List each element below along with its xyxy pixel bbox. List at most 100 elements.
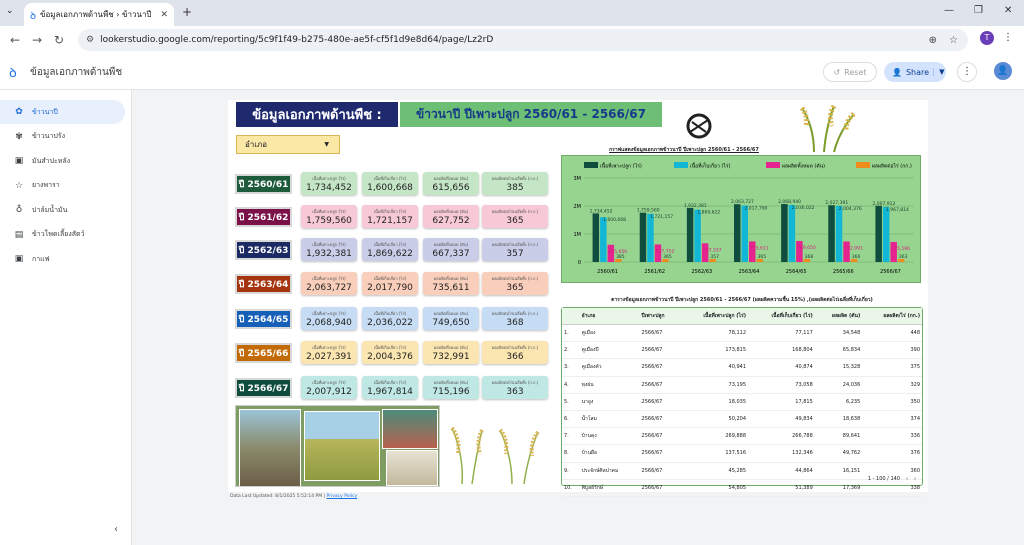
data-label: 385 bbox=[616, 254, 625, 260]
district-filter[interactable]: อำเภอ ▼ bbox=[236, 135, 340, 154]
bar[interactable] bbox=[835, 205, 843, 262]
rice-field-photo bbox=[304, 411, 380, 481]
bar[interactable] bbox=[741, 205, 749, 262]
table-cell: 168,804 bbox=[748, 341, 815, 360]
data-label: 1,600,668 bbox=[603, 217, 626, 223]
legend-label: ผลผลิตทั้งหมด (ตัน) bbox=[782, 161, 825, 170]
table-row: 3. คูเมืองคัว 2566/67 40,941 40,874 15,328 375 bbox=[562, 358, 922, 377]
year-label: ปี 2565/66 bbox=[235, 343, 292, 363]
bar[interactable] bbox=[882, 206, 890, 262]
table-header[interactable] bbox=[562, 308, 580, 325]
table-cell: 6. bbox=[562, 410, 580, 429]
prev-page-icon[interactable]: ‹ bbox=[906, 476, 908, 482]
sidebar-item-label: ยางพารา bbox=[32, 181, 60, 189]
sidebar-item-5[interactable]: ▤ ข้าวโพดเลี้ยงสัตว์ bbox=[0, 223, 131, 247]
bar[interactable] bbox=[686, 207, 694, 262]
address-bar[interactable]: ⚙ lookerstudio.google.com/reporting/5c9f… bbox=[78, 29, 968, 51]
privacy-policy-link[interactable]: Privacy Policy bbox=[327, 494, 358, 499]
browser-profile-avatar[interactable]: T bbox=[980, 31, 994, 45]
sidebar-item-6[interactable]: ▣ กาแฟ bbox=[0, 247, 131, 271]
sidebar-item-2[interactable]: ▣ มันสำปะหลัง bbox=[0, 149, 131, 173]
close-tab-icon[interactable]: ✕ bbox=[160, 10, 168, 20]
reset-button[interactable]: ↺ Reset bbox=[823, 62, 877, 82]
user-avatar[interactable]: 👤 bbox=[994, 62, 1012, 80]
more-options-icon[interactable]: ⋮ bbox=[957, 62, 977, 82]
bar[interactable] bbox=[592, 213, 600, 262]
bar[interactable] bbox=[749, 241, 756, 262]
table-cell: 34,548 bbox=[814, 324, 863, 343]
scorecard: เนื้อที่เก็บเกี่ยว (ไร่) 2,036,022 bbox=[362, 307, 418, 330]
reset-icon: ↺ bbox=[833, 67, 841, 77]
browser-tab[interactable]: ꝺ ข้อมูลเอกภาพด้านพืช › ข้าวนาปี ✕ bbox=[24, 3, 174, 26]
table-cell: 390 bbox=[862, 341, 922, 360]
bar[interactable] bbox=[639, 212, 647, 262]
bar[interactable] bbox=[843, 241, 850, 262]
table-header[interactable]: เนื้อที่เพาะปลูก (ไร่) bbox=[679, 308, 749, 325]
sidebar-item-3[interactable]: ☆ ยางพารา bbox=[0, 174, 131, 198]
scorecard-value: 1,759,560 bbox=[306, 216, 352, 226]
bar[interactable] bbox=[796, 241, 803, 262]
bar[interactable] bbox=[788, 204, 796, 262]
share-dropdown-icon[interactable]: ▼ bbox=[933, 68, 950, 76]
bar[interactable] bbox=[890, 241, 897, 262]
year-label: ปี 2563/64 bbox=[235, 274, 292, 294]
scorecard-value: 749,650 bbox=[432, 318, 470, 328]
browser-menu-icon[interactable]: ⋮ bbox=[1003, 32, 1013, 43]
table-header[interactable]: อำเภอ bbox=[579, 308, 640, 325]
minimize-icon[interactable]: — bbox=[944, 5, 954, 16]
collapse-sidebar-icon[interactable]: ‹ bbox=[114, 524, 118, 535]
report-header: ꝺ ข้อมูลเอกภาพด้านพืช ↺ Reset 👤 Share ▼ … bbox=[0, 54, 1024, 90]
bar[interactable] bbox=[694, 209, 701, 262]
next-page-icon[interactable]: › bbox=[914, 476, 916, 482]
table-cell: 376 bbox=[862, 444, 922, 463]
close-window-icon[interactable]: ✕ bbox=[1004, 5, 1012, 16]
table-cell: 54,805 bbox=[679, 479, 749, 497]
bar[interactable] bbox=[828, 205, 835, 262]
table-cell: 2566/67 bbox=[639, 444, 680, 463]
report-name: ข้อมูลเอกภาพด้านพืช bbox=[30, 67, 123, 78]
bar[interactable] bbox=[600, 217, 607, 262]
scorecard: ผลผลิตต่อไร่เฉลี่ยทั้ง (ก.ก.) 365 bbox=[482, 272, 548, 295]
scorecard-label: เนื้อที่เพาะปลูก (ไร่) bbox=[312, 242, 346, 247]
new-tab-icon[interactable]: + bbox=[182, 5, 192, 19]
sidebar-item-1[interactable]: ✾ ข้าวนาปรัง bbox=[0, 125, 131, 149]
table-header[interactable]: เนื้อที่เก็บเกี่ยว (ไร่) bbox=[748, 308, 815, 325]
scorecard: เนื้อที่เพาะปลูก (ไร่) 1,734,452 bbox=[301, 172, 357, 195]
table-title: ตารางข้อมูลเอกภาพข้าวนาปี ปีเพาะปลูก 256… bbox=[611, 297, 873, 303]
scorecard-label: เนื้อที่เพาะปลูก (ไร่) bbox=[312, 380, 346, 385]
reload-icon[interactable]: ↻ bbox=[48, 33, 70, 47]
bar[interactable] bbox=[875, 205, 882, 262]
scorecard-value: 1,967,814 bbox=[367, 387, 413, 397]
restore-icon[interactable]: ❐ bbox=[974, 5, 983, 16]
data-label: 715,196 bbox=[891, 246, 910, 252]
sidebar-item-4[interactable]: ♁ ปาล์มน้ำมัน bbox=[0, 198, 131, 222]
bar[interactable] bbox=[734, 204, 741, 262]
bar[interactable] bbox=[647, 213, 654, 262]
bookmark-star-icon[interactable]: ☆ bbox=[949, 35, 958, 46]
browser-toolbar: ← → ↻ ⚙ lookerstudio.google.com/reportin… bbox=[0, 26, 1024, 54]
table-cell: 2566/67 bbox=[639, 479, 680, 497]
palm-icon: ♁ bbox=[15, 205, 23, 215]
legend-swatch bbox=[674, 162, 688, 168]
table-cell: 44,864 bbox=[748, 462, 815, 480]
sidebar-item-0[interactable]: ✿ ข้าวนาปี bbox=[0, 100, 125, 124]
share-button[interactable]: 👤 Share ▼ bbox=[884, 62, 946, 82]
zoom-icon[interactable]: ⊕ bbox=[929, 35, 937, 46]
x-tick-label: 2563/64 bbox=[739, 269, 760, 275]
back-icon[interactable]: ← bbox=[4, 33, 26, 47]
table-cell: 137,516 bbox=[679, 444, 749, 463]
measurement-photo bbox=[386, 450, 438, 486]
tab-search-icon[interactable]: ⌄ bbox=[6, 6, 14, 16]
bar[interactable] bbox=[781, 204, 788, 262]
site-info-icon[interactable]: ⚙ bbox=[86, 35, 94, 45]
table-cell: บ้านดุง bbox=[579, 427, 640, 446]
table-header[interactable]: ปีเพาะปลูก bbox=[639, 308, 680, 325]
data-updated-text: Data Last Updated: 8/1/2025 5:52:14 PM bbox=[230, 494, 323, 499]
looker-studio-logo-icon[interactable]: ꝺ bbox=[9, 63, 17, 81]
data-label: 732,991 bbox=[844, 245, 863, 251]
table-cell: ประจักษ์ศิลปาคม bbox=[579, 462, 640, 480]
table-header[interactable]: ผลผลิต/ไร่ (กก.) bbox=[862, 308, 922, 325]
forward-icon[interactable]: → bbox=[26, 33, 48, 47]
scorecard-label: เนื้อที่เก็บเกี่ยว (ไร่) bbox=[373, 380, 407, 385]
table-header[interactable]: ผลผลิต (ตัน) bbox=[814, 308, 863, 325]
